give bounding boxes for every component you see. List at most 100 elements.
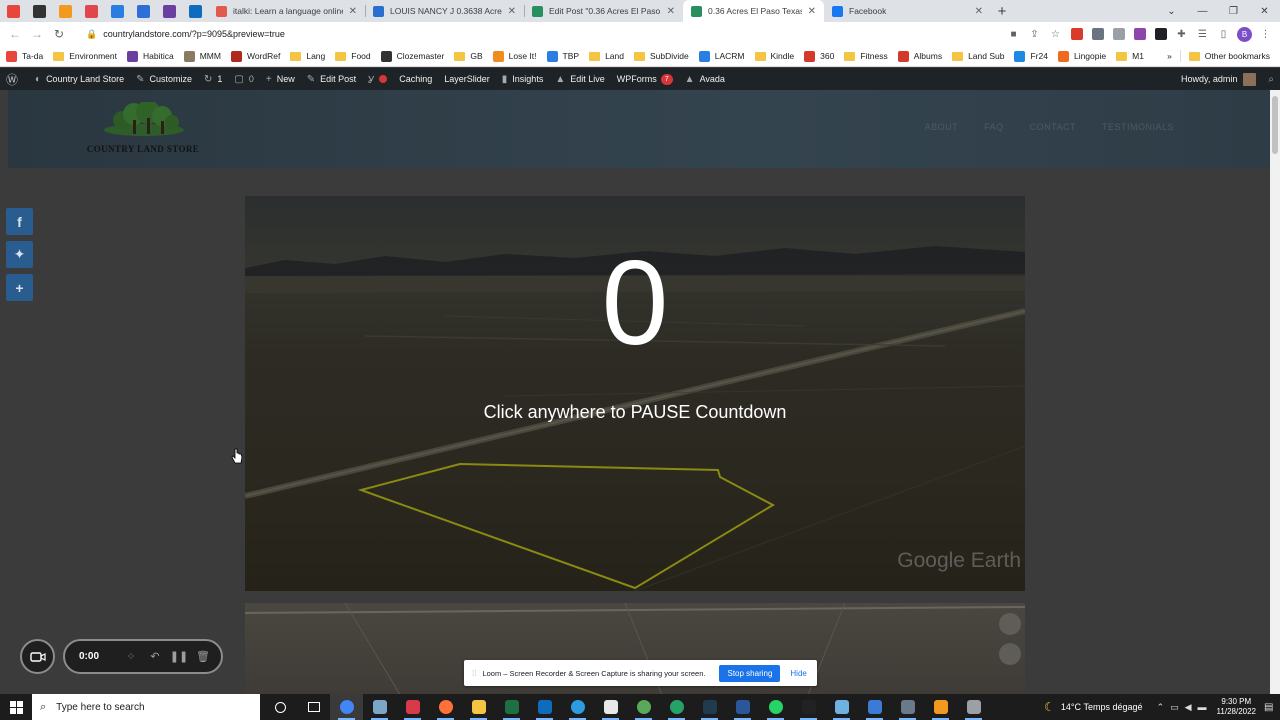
stop-sharing-button[interactable]: Stop sharing <box>719 664 781 682</box>
bookmark-item[interactable]: SubDivide <box>633 51 689 61</box>
minimize-button[interactable]: — <box>1187 0 1218 22</box>
volume-icon[interactable]: ◀ <box>1185 702 1192 713</box>
loom-pause-icon[interactable]: ❚❚ <box>167 650 191 663</box>
taskbar-app[interactable] <box>726 694 759 720</box>
battery-icon[interactable]: ▬ <box>1198 702 1207 712</box>
bookmark-item[interactable]: Habitica <box>126 50 174 62</box>
site-logo[interactable]: COUNTRY LAND STORE <box>78 100 208 158</box>
bookmark-item[interactable]: Land <box>589 51 624 61</box>
pinned-tab[interactable] <box>130 0 156 22</box>
wp-account-menu[interactable]: Howdy, admin <box>1175 68 1262 90</box>
taskbar-app[interactable] <box>330 694 363 720</box>
pinned-tab[interactable] <box>104 0 130 22</box>
taskbar-app[interactable] <box>528 694 561 720</box>
bookmark-star-icon[interactable]: ☆ <box>1045 24 1066 44</box>
bookmark-item[interactable]: MMM <box>183 50 221 62</box>
wp-site-name[interactable]: ◐ Country Land Store <box>29 68 130 90</box>
drag-handle-icon[interactable]: ⁞⁞ <box>472 669 476 678</box>
wp-layerslider[interactable]: LayerSlider <box>438 68 496 90</box>
weather-widget[interactable]: ☾ 14°C Temps dégagé <box>1044 700 1142 714</box>
wp-comments[interactable]: ▢ 0 <box>228 68 259 90</box>
taskbar-app[interactable] <box>957 694 990 720</box>
taskbar-app[interactable] <box>825 694 858 720</box>
site-nav-item[interactable]: ABOUT <box>925 122 959 132</box>
pinned-tab[interactable] <box>156 0 182 22</box>
pinned-tab[interactable] <box>0 0 26 22</box>
loom-camera-button[interactable] <box>20 639 55 674</box>
close-window-button[interactable]: ✕ <box>1249 0 1280 22</box>
site-nav-item[interactable]: FAQ <box>984 122 1004 132</box>
taskbar-app[interactable] <box>792 694 825 720</box>
taskbar-app[interactable] <box>396 694 429 720</box>
tab-close-icon[interactable]: ✕ <box>349 6 357 17</box>
reload-button[interactable]: ↻ <box>48 23 70 45</box>
tab[interactable]: italki: Learn a language online ✕ <box>208 0 365 22</box>
taskbar-app[interactable] <box>363 694 396 720</box>
map-control-button[interactable] <box>999 613 1021 635</box>
other-bookmarks-folder[interactable]: Other bookmarks <box>1188 51 1270 61</box>
bookmark-item[interactable]: M1 <box>1116 51 1144 61</box>
bookmark-item[interactable]: TBP <box>546 50 579 62</box>
facebook-share-button[interactable]: f <box>6 208 33 235</box>
wp-logo-menu[interactable]: Ⓦ <box>0 68 29 90</box>
more-share-button[interactable]: + <box>6 274 33 301</box>
wp-customize[interactable]: ✎ Customize <box>130 68 198 90</box>
network-icon[interactable]: ▭ <box>1170 702 1179 713</box>
taskbar-app[interactable] <box>660 694 693 720</box>
side-panel-icon[interactable]: ▯ <box>1213 24 1234 44</box>
bookmark-item[interactable]: Land Sub <box>952 51 1004 61</box>
wp-edit-post[interactable]: ✎ Edit Post <box>301 68 362 90</box>
twitter-share-button[interactable]: ✦ <box>6 241 33 268</box>
page-scrollbar[interactable] <box>1270 90 1280 694</box>
back-button[interactable]: ← <box>4 23 26 45</box>
bookmark-item[interactable]: Lose It! <box>492 50 537 62</box>
wp-avada[interactable]: ▲ Avada <box>679 68 731 90</box>
pinned-tab[interactable] <box>182 0 208 22</box>
bookmark-item[interactable]: Kindle <box>754 51 794 61</box>
bookmark-item[interactable]: Lingopie <box>1057 50 1106 62</box>
bookmark-item[interactable]: Food <box>335 51 371 61</box>
map-zoom-button[interactable] <box>999 643 1021 665</box>
tab[interactable]: Edit Post "0.36 Acres El Paso Tex ✕ <box>524 0 683 22</box>
site-nav-item[interactable]: CONTACT <box>1030 122 1076 132</box>
wp-insights[interactable]: ▮ Insights <box>496 68 550 90</box>
bookmark-item[interactable]: Albums <box>897 50 942 62</box>
forward-button[interactable]: → <box>26 23 48 45</box>
restore-button[interactable]: ❐ <box>1218 0 1249 22</box>
tab-close-icon[interactable]: ✕ <box>508 6 516 17</box>
taskbar-app[interactable] <box>627 694 660 720</box>
extensions-puzzle-icon[interactable]: ✚ <box>1171 24 1192 44</box>
taskbar-app[interactable] <box>462 694 495 720</box>
loom-draw-icon[interactable]: ⁘ <box>119 650 143 663</box>
bookmark-item[interactable]: Ta-da <box>6 50 43 62</box>
extension-shield-icon[interactable] <box>1087 24 1108 44</box>
browser-menu-icon[interactable]: ⋮ <box>1255 24 1276 44</box>
more-bookmarks-button[interactable]: » <box>1167 51 1172 61</box>
taskbar-app[interactable] <box>495 694 528 720</box>
taskbar-app[interactable] <box>594 694 627 720</box>
pinned-tab[interactable] <box>78 0 104 22</box>
tab[interactable]: Facebook ✕ <box>824 0 991 22</box>
wp-caching[interactable]: Caching <box>393 68 438 90</box>
extension-gray-icon[interactable] <box>1108 24 1129 44</box>
bookmark-item[interactable]: Fr24 <box>1014 50 1048 62</box>
notifications-icon[interactable]: ▤ <box>1264 702 1280 713</box>
bookmark-item[interactable]: 360 <box>804 50 834 62</box>
taskbar-app[interactable] <box>264 694 297 720</box>
hide-button[interactable]: Hide <box>790 669 806 678</box>
start-button[interactable] <box>0 694 32 720</box>
loom-delete-icon[interactable]: 🗑 <box>191 650 215 663</box>
tab-search-icon[interactable]: ⌄ <box>1156 0 1187 22</box>
tray-overflow-icon[interactable]: ⌃ <box>1157 702 1165 713</box>
scrollbar-thumb[interactable] <box>1272 96 1278 154</box>
extension-purple-icon[interactable] <box>1129 24 1150 44</box>
taskbar-app[interactable] <box>429 694 462 720</box>
bookmark-item[interactable]: Lang <box>290 51 325 61</box>
address-bar[interactable]: 🔒 countrylandstore.com/?p=9095&preview=t… <box>76 24 996 44</box>
bookmark-item[interactable]: Fitness <box>844 51 888 61</box>
reading-list-icon[interactable]: ☰ <box>1192 24 1213 44</box>
camera-icon[interactable]: ■ <box>1003 24 1024 44</box>
tab-close-icon[interactable]: ✕ <box>667 6 675 17</box>
bookmark-item[interactable]: GB <box>454 51 483 61</box>
tab-active[interactable]: 0.36 Acres El Paso Texas 188434 ✕ <box>683 0 824 22</box>
